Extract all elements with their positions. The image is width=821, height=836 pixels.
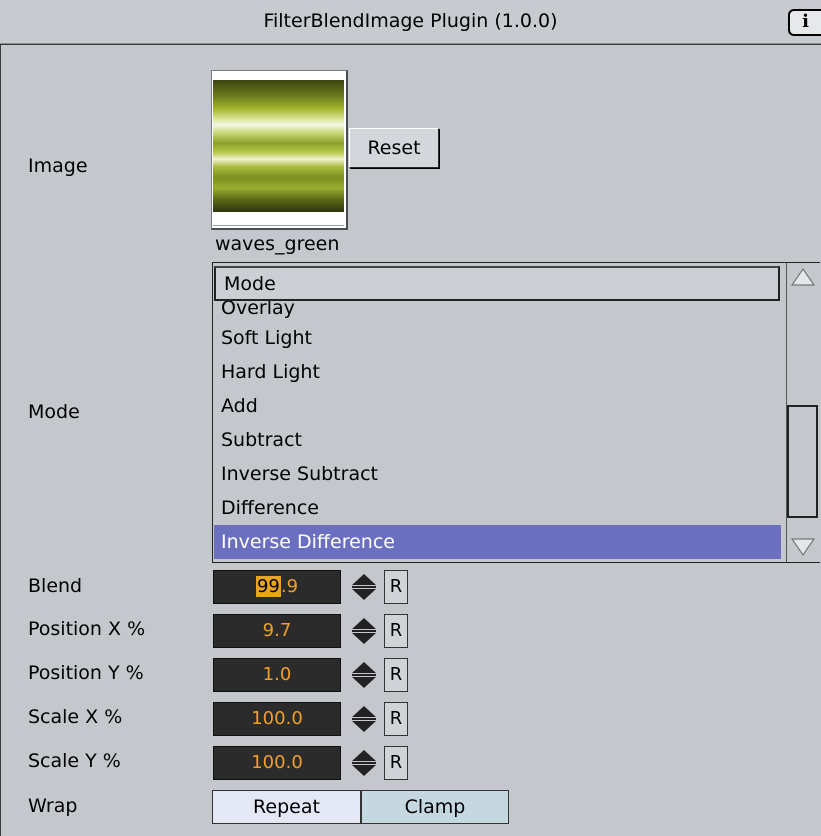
mode-list-header: Mode [214,266,780,301]
image-reset-button[interactable]: Reset [349,128,439,168]
scale-x-reset-button[interactable]: R [384,702,408,736]
position-y-spinner-icon[interactable] [348,658,380,692]
mode-item-hard-light[interactable]: Hard Light [214,355,781,389]
scale-y-label: Scale Y % [28,750,121,772]
blend-reset-button[interactable]: R [384,570,408,604]
mode-item-soft-light[interactable]: Soft Light [214,321,781,355]
position-x-label: Position X % [28,618,146,640]
image-label: Image [28,155,88,177]
wrap-repeat-button[interactable]: Repeat [212,790,361,824]
position-x-spinner-icon[interactable] [348,614,380,648]
scale-y-input[interactable]: 100.0 [213,746,341,780]
position-x-input[interactable]: 9.7 [213,614,341,648]
mode-item-add[interactable]: Add [214,389,781,423]
mode-item-subtract[interactable]: Subtract [214,423,781,457]
blend-value-rest: .9 [280,576,299,597]
blend-input[interactable]: 99.9 [213,570,341,604]
position-y-label: Position Y % [28,662,144,684]
scrollbar-thumb[interactable] [787,405,818,518]
window-title: FilterBlendImage Plugin (1.0.0) [263,10,558,32]
blend-value-selected: 99 [255,576,281,597]
help-icon[interactable]: i [788,9,821,36]
scroll-up-arrow-icon[interactable] [789,266,817,288]
scale-y-reset-button[interactable]: R [384,746,408,780]
image-thumbnail[interactable] [213,80,344,212]
position-x-reset-button[interactable]: R [384,614,408,648]
mode-label: Mode [28,401,80,423]
mode-item-inverse-difference[interactable]: Inverse Difference [214,525,781,559]
scale-x-input[interactable]: 100.0 [213,702,341,736]
image-file-name: waves_green [215,233,340,255]
wrap-label: Wrap [28,795,78,817]
thumbnail-divider [213,225,344,226]
wrap-clamp-button[interactable]: Clamp [361,790,509,824]
scale-x-label: Scale X % [28,706,123,728]
mode-item-difference[interactable]: Difference [214,491,781,525]
scale-y-spinner-icon[interactable] [348,746,380,780]
position-y-reset-button[interactable]: R [384,658,408,692]
mode-list[interactable]: Overlay Soft Light Hard Light Add Subtra… [214,288,781,562]
blend-spinner-icon[interactable] [348,570,380,604]
blend-label: Blend [28,575,83,597]
position-y-input[interactable]: 1.0 [213,658,341,692]
scale-x-spinner-icon[interactable] [348,702,380,736]
scroll-down-arrow-icon[interactable] [789,536,817,558]
mode-item-inverse-subtract[interactable]: Inverse Subtract [214,457,781,491]
